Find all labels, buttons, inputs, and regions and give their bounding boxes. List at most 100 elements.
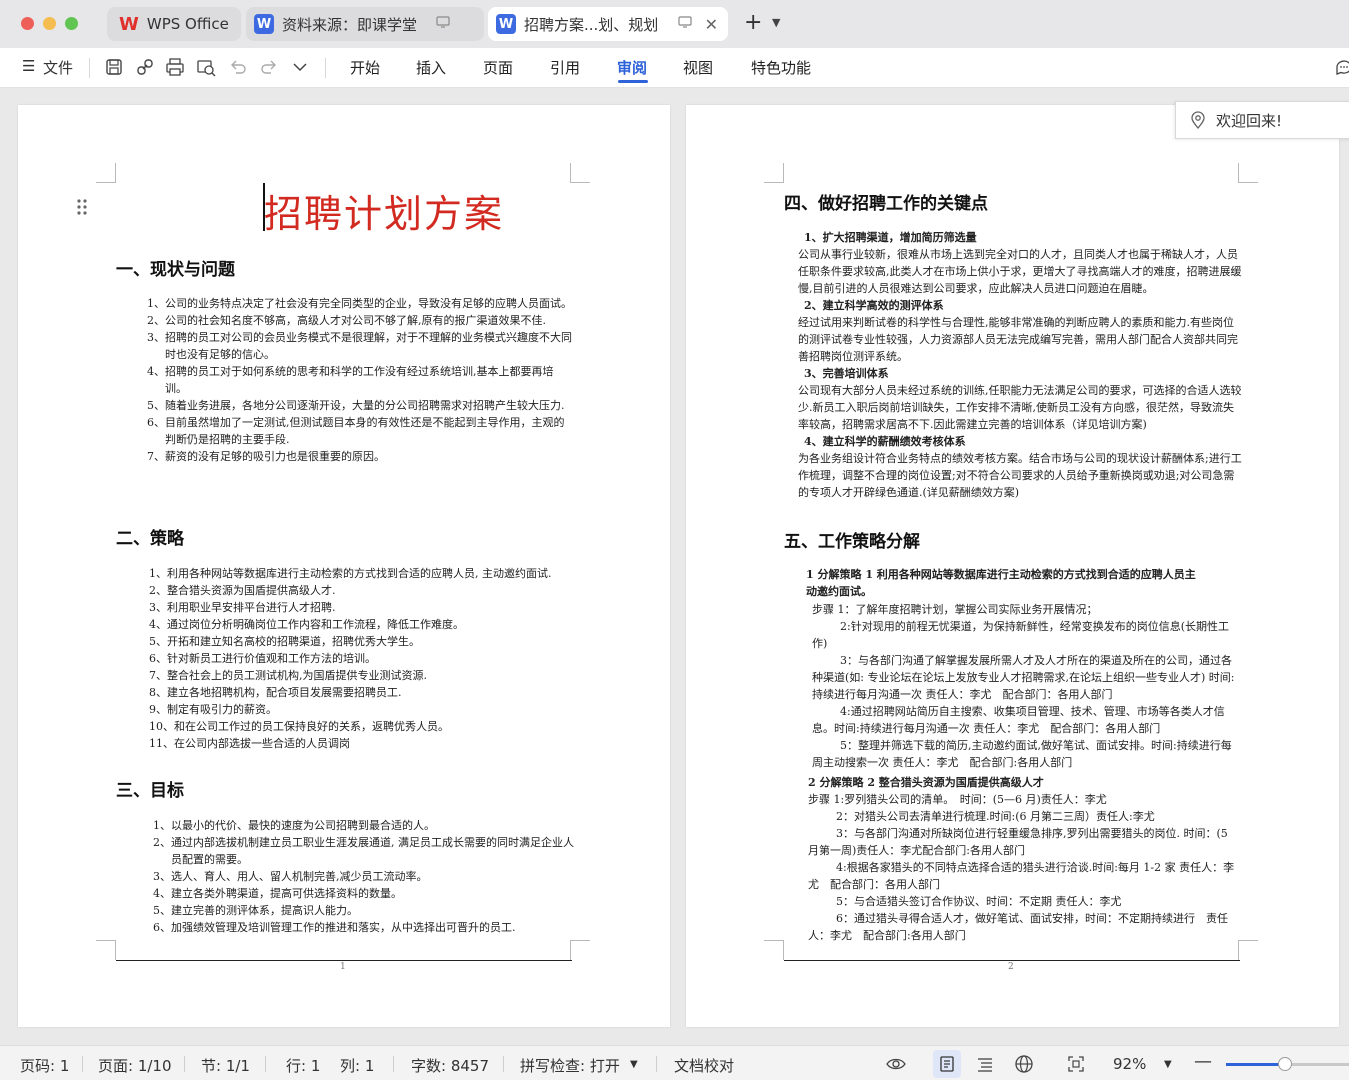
strategy-step[interactable]: 5：与合适猎头签订合作协议、时间：不定期 责任人：李尤 xyxy=(808,893,1240,910)
list-item[interactable]: 2、 通过内部选拔机制建立员工职业生涯发展通道, 满足员工成长需要的同时满足企业人… xyxy=(153,834,575,868)
tab-page[interactable]: 页面 xyxy=(483,57,513,78)
list-item[interactable]: 5、 建立完善的测评体系，提高识人能力。 xyxy=(153,902,575,919)
strategy-heading[interactable]: 2 分解策略 2 整合猎头资源为国盾提供高级人才 xyxy=(808,774,1228,791)
strategy-step[interactable]: 步骤 1：了解年度招聘计划，掌握公司实际业务开展情况； xyxy=(812,601,1240,618)
strategy-step[interactable]: 2:针对现用的前程无忧渠道，为保持新鲜性，经常变换发布的岗位信息(长期性工作) xyxy=(812,618,1240,652)
strategy-step[interactable]: 3：与各部门沟通对所缺岗位进行轻重缓急排序,罗列出需要猎头的岗位. 时间：(5 … xyxy=(808,825,1240,859)
save-icon[interactable] xyxy=(103,56,125,78)
document-title[interactable]: 招聘计划方案 xyxy=(264,183,504,238)
zoom-level[interactable]: 92% xyxy=(1113,1055,1146,1073)
list-item[interactable]: 1、 以最小的代价、最快的速度为公司招聘到最合适的人。 xyxy=(153,817,575,834)
list-item[interactable]: 6、 加强绩效管理及培训管理工作的推进和落实，从中选择出可晋升的员工. xyxy=(153,919,575,936)
list-item[interactable]: 4、 建立各类外聘渠道，提高可供选择资料的数量。 xyxy=(153,885,575,902)
file-menu-button[interactable]: 文件 xyxy=(43,57,73,78)
list-item[interactable]: 3、 选人、育人、用人、留人机制完善,减少员工流动率。 xyxy=(153,868,575,885)
page-indicator[interactable]: 页码: 1 xyxy=(20,1055,69,1076)
chevron-down-icon[interactable]: ▼ xyxy=(630,1059,638,1070)
numbered-list[interactable]: 1、 利用各种网站等数据库进行主动检索的方式找到合适的应聘人员, 主动邀约面试. 2… xyxy=(149,565,579,752)
section-heading[interactable]: 一、现状与问题 xyxy=(116,255,235,280)
list-item[interactable]: 4、 通过岗位分析明确岗位工作内容和工作流程，降低工作难度。 xyxy=(149,616,579,633)
list-item[interactable]: 2、 整合猎头资源为国盾提供高级人才. xyxy=(149,582,579,599)
minimize-window-button[interactable] xyxy=(43,17,56,30)
redo-icon[interactable] xyxy=(258,56,280,78)
zoom-slider-knob[interactable] xyxy=(1278,1057,1292,1071)
strategy-steps[interactable]: 步骤 1:罗列猎头公司的清单。 时间：(5—6 月)责任人：李尤 2：对猎头公司去… xyxy=(808,791,1240,944)
comment-icon[interactable] xyxy=(1333,56,1349,78)
document-page-2[interactable]: 四、做好招聘工作的关键点 1、扩大招聘渠道，增加简历筛选量 公司从事行业较新，很难… xyxy=(686,105,1339,1027)
undo-icon[interactable] xyxy=(227,56,249,78)
monitor-icon[interactable] xyxy=(436,16,450,32)
body-paragraph[interactable]: 公司从事行业较新，很难从市场上选到完全对口的人才，且同类人才也属于稀缺人才，人员… xyxy=(798,246,1242,297)
list-item[interactable]: 7、 薪资的没有足够的吸引力也是很重要的原因。 xyxy=(147,448,574,465)
section-heading[interactable]: 五、工作策略分解 xyxy=(784,527,920,552)
numbered-list[interactable]: 1、 以最小的代价、最快的速度为公司招聘到最合适的人。 2、 通过内部选拔机制建立员工… xyxy=(153,817,575,936)
tab-document-recruit-plan[interactable]: W 招聘方案...划、规划 ✕ xyxy=(488,7,728,41)
row-indicator[interactable]: 行: 1 xyxy=(286,1055,320,1076)
list-item[interactable]: 5、 开拓和建立知名高校的招聘渠道，招聘优秀大学生。 xyxy=(149,633,579,650)
close-window-button[interactable] xyxy=(21,17,34,30)
list-item[interactable]: 10、 和在公司工作过的员工保持良好的关系，返聘优秀人员。 xyxy=(149,718,579,735)
eye-icon[interactable] xyxy=(885,1053,907,1075)
zoom-out-icon[interactable]: — xyxy=(1194,1051,1212,1072)
tab-document-source[interactable]: W 资料来源：即课学堂 xyxy=(246,7,484,41)
tab-start[interactable]: 开始 xyxy=(350,57,380,78)
pages-indicator[interactable]: 页面: 1/10 xyxy=(98,1055,172,1076)
strategy-step[interactable]: 4:根据各家猎头的不同特点选择合适的猎头进行洽谈.时间:每月 1-2 家 责任人… xyxy=(808,859,1240,893)
body-paragraph[interactable]: 经过试用来判断试卷的科学性与合理性,能够非常准确的判断应聘人的素质和能力.有些岗… xyxy=(798,314,1242,365)
body-paragraph[interactable]: 公司现有大部分人员未经过系统的训练,任职能力无法满足公司的要求，可选择的合适人选… xyxy=(798,382,1242,433)
subsection-heading[interactable]: 1、扩大招聘渠道，增加简历筛选量 xyxy=(804,229,1242,246)
strategy-steps[interactable]: 步骤 1：了解年度招聘计划，掌握公司实际业务开展情况； 2:针对现用的前程无忧渠道… xyxy=(812,601,1240,771)
list-item[interactable]: 6、 目前虽然增加了一定测试,但测试题目本身的有效性还是不能起到主导作用，主观的判… xyxy=(147,414,574,448)
document-page-1[interactable]: 招聘计划方案 一、现状与问题 1、 公司的业务特点决定了社会没有完全同类型的企业，… xyxy=(18,105,670,1027)
strategy-step[interactable]: 步骤 1:罗列猎头公司的清单。 时间：(5—6 月)责任人：李尤 xyxy=(808,791,1240,808)
more-options-chevron-icon[interactable] xyxy=(289,56,311,78)
strategy-step[interactable]: 4:通过招聘网站简历自主搜索、收集项目管理、技术、管理、市场等各类人才信息。时间… xyxy=(812,703,1240,737)
close-tab-icon[interactable]: ✕ xyxy=(705,15,718,34)
chevron-down-icon[interactable]: ▼ xyxy=(772,16,780,29)
word-count[interactable]: 字数: 8457 xyxy=(411,1055,489,1076)
section-heading[interactable]: 三、目标 xyxy=(116,776,184,801)
tab-insert[interactable]: 插入 xyxy=(416,57,446,78)
subsection-heading[interactable]: 2、建立科学高效的测评体系 xyxy=(804,297,1242,314)
body-paragraph[interactable]: 为各业务组设计符合业务特点的绩效考核方案。结合市场与公司的现状设计薪酬体系;进行… xyxy=(798,450,1242,501)
drag-handle-icon[interactable] xyxy=(76,198,88,216)
numbered-list[interactable]: 1、 公司的业务特点决定了社会没有完全同类型的企业，导致没有足够的应聘人员面试。 2… xyxy=(147,295,574,465)
share-link-icon[interactable] xyxy=(134,56,156,78)
list-item[interactable]: 8、 建立各地招聘机构，配合项目发展需要招聘员工. xyxy=(149,684,579,701)
welcome-back-popup[interactable]: 欢迎回来! xyxy=(1175,101,1349,139)
list-item[interactable]: 9、 制定有吸引力的薪资。 xyxy=(149,701,579,718)
strategy-step[interactable]: 6：通过猎头寻得合适人才，做好笔试、面试安排，时间：不定期持续进行 责任人：李尤… xyxy=(808,910,1240,944)
fit-page-icon[interactable] xyxy=(1065,1053,1087,1075)
proofread-button[interactable]: 文档校对 xyxy=(674,1055,734,1076)
tab-special-features[interactable]: 特色功能 xyxy=(751,57,811,78)
subsection-heading[interactable]: 3、完善培训体系 xyxy=(804,365,1242,382)
strategy-heading[interactable]: 1 分解策略 1 利用各种网站等数据库进行主动检索的方式找到合适的应聘人员主动邀… xyxy=(806,566,1206,600)
list-item[interactable]: 7、 整合社会上的员工测试机构,为国盾提供专业测试资源. xyxy=(149,667,579,684)
tab-view[interactable]: 视图 xyxy=(683,57,713,78)
list-item[interactable]: 5、 随着业务进展，各地分公司逐渐开设，大量的分公司招聘需求对招聘产生较大压力. xyxy=(147,397,574,414)
subsection-heading[interactable]: 4、建立科学的薪酬绩效考核体系 xyxy=(804,433,1242,450)
column-indicator[interactable]: 列: 1 xyxy=(340,1055,374,1076)
section-heading[interactable]: 四、做好招聘工作的关键点 xyxy=(784,189,988,214)
list-item[interactable]: 2、 公司的社会知名度不够高，高级人才对公司不够了解,原有的报广渠道效果不佳. xyxy=(147,312,574,329)
section-indicator[interactable]: 节: 1/1 xyxy=(201,1055,250,1076)
chevron-down-icon[interactable]: ▼ xyxy=(1164,1059,1172,1070)
strategy-step[interactable]: 5：整理并筛选下载的简历,主动邀约面试,做好笔试、面试安排。时间:持续进行每周主… xyxy=(812,737,1240,771)
list-item[interactable]: 1、 公司的业务特点决定了社会没有完全同类型的企业，导致没有足够的应聘人员面试。 xyxy=(147,295,574,312)
page-view-icon[interactable] xyxy=(936,1053,958,1075)
strategy-step[interactable]: 2：对猎头公司去清单进行梳理.时间:(6 月第二三周）责任人:李尤 xyxy=(808,808,1240,825)
tab-references[interactable]: 引用 xyxy=(550,57,580,78)
list-item[interactable]: 11、 在公司内部选拔一些合适的人员调岗 xyxy=(149,735,579,752)
print-icon[interactable] xyxy=(164,56,186,78)
new-tab-icon[interactable]: + xyxy=(744,12,762,34)
list-item[interactable]: 6、 针对新员工进行价值观和工作方法的培训。 xyxy=(149,650,579,667)
list-item[interactable]: 3、 招聘的员工对公司的会员业务模式不是很理解，对于不理解的业务模式兴趣度不大同时… xyxy=(147,329,574,363)
list-item[interactable]: 4、 招聘的员工对于如何系统的思考和科学的工作没有经过系统培训,基本上都要再培训。 xyxy=(147,363,574,397)
tab-wps-office[interactable]: W WPS Office xyxy=(107,7,241,41)
strategy-step[interactable]: 3：与各部门沟通了解掌握发展所需人才及人才所在的渠道及所在的公司，通过各种渠道(… xyxy=(812,652,1240,703)
list-item[interactable]: 1、 利用各种网站等数据库进行主动检索的方式找到合适的应聘人员, 主动邀约面试. xyxy=(149,565,579,582)
outline-view-icon[interactable] xyxy=(974,1053,996,1075)
section-heading[interactable]: 二、策略 xyxy=(116,524,184,549)
hamburger-menu-icon[interactable]: ☰ xyxy=(22,57,35,75)
document-canvas[interactable]: 招聘计划方案 一、现状与问题 1、 公司的业务特点决定了社会没有完全同类型的企业，… xyxy=(0,88,1349,1045)
